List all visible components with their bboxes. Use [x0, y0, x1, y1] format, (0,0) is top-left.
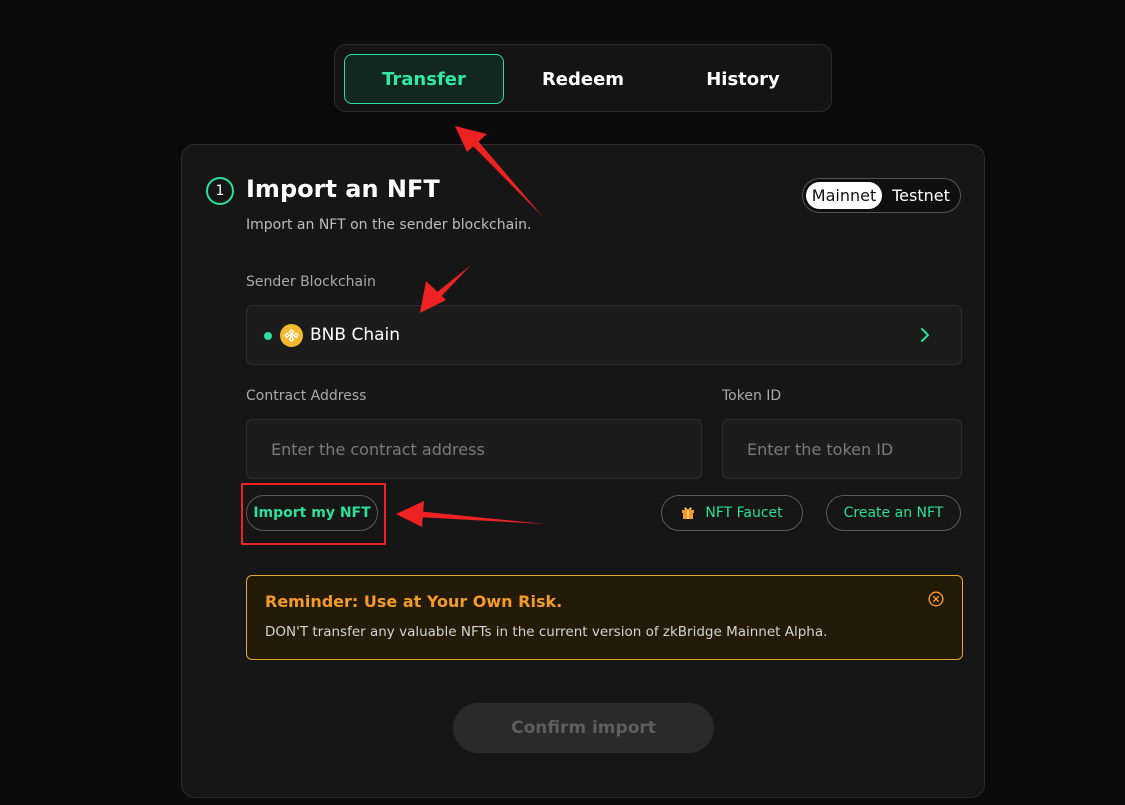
main-tab-bar: Transfer Redeem History	[334, 44, 832, 112]
card-title: Import an NFT	[246, 175, 440, 203]
import-nft-card: 1 Import an NFT Import an NFT on the sen…	[181, 144, 985, 798]
risk-reminder-banner: Reminder: Use at Your Own Risk. DON'T tr…	[246, 575, 963, 660]
tab-redeem[interactable]: Redeem	[503, 54, 663, 104]
status-dot	[264, 332, 272, 340]
nft-faucet-label: NFT Faucet	[705, 505, 783, 521]
reminder-title: Reminder: Use at Your Own Risk.	[265, 592, 563, 611]
token-id-label: Token ID	[722, 388, 782, 404]
nft-faucet-button[interactable]: NFT Faucet	[661, 495, 803, 531]
network-option-testnet[interactable]: Testnet	[884, 182, 958, 209]
chevron-right-icon	[921, 328, 929, 342]
close-icon[interactable]	[928, 591, 944, 607]
tab-history[interactable]: History	[663, 54, 823, 104]
gift-icon	[682, 507, 695, 519]
token-id-input[interactable]	[722, 419, 962, 479]
contract-address-label: Contract Address	[246, 388, 367, 404]
card-subtitle: Import an NFT on the sender blockchain.	[246, 217, 532, 233]
contract-address-input[interactable]	[246, 419, 702, 479]
reminder-text: DON'T transfer any valuable NFTs in the …	[265, 624, 828, 640]
step-number-badge: 1	[206, 177, 234, 205]
network-toggle: Mainnet Testnet	[802, 178, 961, 213]
sender-blockchain-select[interactable]: BNB Chain	[246, 305, 962, 365]
network-option-mainnet[interactable]: Mainnet	[806, 182, 882, 209]
import-my-nft-button[interactable]: Import my NFT	[246, 495, 378, 531]
sender-blockchain-label: Sender Blockchain	[246, 274, 376, 290]
bnb-chain-icon	[280, 324, 303, 347]
page: Transfer Redeem History 1 Import an NFT …	[0, 0, 1125, 805]
sender-blockchain-value: BNB Chain	[310, 325, 401, 345]
confirm-import-button[interactable]: Confirm import	[453, 703, 714, 753]
create-nft-button[interactable]: Create an NFT	[826, 495, 961, 531]
tab-transfer[interactable]: Transfer	[344, 54, 504, 104]
